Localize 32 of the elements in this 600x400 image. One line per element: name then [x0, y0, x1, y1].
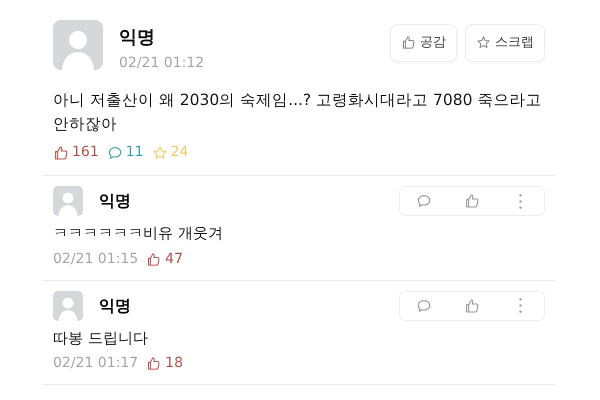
avatar-icon — [53, 290, 83, 320]
like-count: 47 — [165, 250, 183, 268]
thumbs-up-icon — [401, 35, 416, 50]
comment-text: 따봉 드립니다 — [53, 328, 149, 348]
thumbs-up-icon — [464, 298, 480, 314]
post-text: 아니 저출산이 왜 2030의 숙제임...? 고령화시대라고 7080 죽으라고 안하잖아 — [53, 90, 542, 135]
thumbs-up-icon — [464, 193, 480, 209]
like-button[interactable]: 공감 — [390, 24, 457, 62]
thumbs-up-icon — [146, 252, 162, 266]
author-name: 익명 — [99, 294, 131, 316]
author-name: 익명 — [99, 190, 131, 212]
like-count: 18 — [165, 354, 183, 373]
thumbs-up-icon — [53, 144, 69, 160]
comment-text: ㅋㅋㅋㅋㅋㅋ비유 개웃겨 — [53, 223, 224, 244]
comment-date: 02/21 01:17 — [53, 354, 138, 373]
comment-date: 02/21 01:15 — [53, 250, 138, 268]
scrap-button[interactable]: 스크랩 — [465, 24, 545, 62]
speech-bubble-icon — [416, 193, 432, 209]
thumbs-up-icon — [146, 356, 162, 371]
speech-bubble-icon — [106, 144, 123, 160]
more-icon — [518, 194, 522, 208]
author-name: 익명 — [119, 26, 156, 50]
speech-bubble-icon — [416, 298, 432, 314]
star-icon — [476, 35, 491, 50]
scrap-count: 24 — [170, 143, 188, 162]
avatar-icon — [53, 186, 83, 216]
more-icon — [518, 298, 522, 313]
post-date: 02/21 01:12 — [119, 54, 204, 73]
like-count: 161 — [72, 143, 99, 162]
avatar-icon — [53, 20, 103, 70]
star-icon — [152, 144, 168, 160]
comment-count: 11 — [126, 143, 144, 162]
